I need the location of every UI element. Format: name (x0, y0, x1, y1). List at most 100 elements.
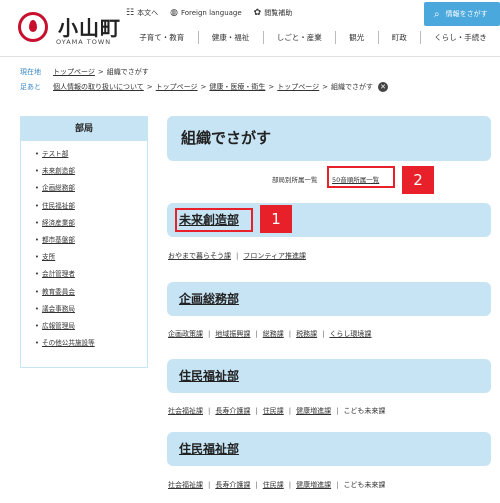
breadcrumb-separator: > (268, 83, 275, 91)
sidebar-item-kaikei[interactable]: 会計管理者 (35, 268, 147, 285)
logo-mark-icon (18, 12, 48, 42)
footprint-current: 組織でさがす (331, 83, 374, 91)
breadcrumb-separator: > (322, 83, 329, 91)
section-link-jumin-fukushi[interactable]: 住民福祉部 (179, 369, 239, 383)
footprint-link-health[interactable]: 健康・医療・衛生 (209, 82, 265, 92)
skip-to-content-label: 本文へ (137, 9, 159, 17)
dept-link[interactable]: こども未来課 (343, 480, 385, 490)
link-divider: | (288, 407, 292, 415)
breadcrumb-separator: > (200, 83, 207, 91)
dept-link[interactable]: 長寿介護課 (215, 480, 250, 490)
dept-link[interactable]: 社会福祉課 (168, 406, 203, 416)
link-divider: | (288, 330, 292, 338)
breadcrumb-separator: > (97, 68, 104, 76)
dept-link[interactable]: こども未来課 (343, 406, 385, 416)
footprint-link-privacy[interactable]: 個人情報の取り扱いについて (53, 82, 144, 92)
link-divider: | (288, 481, 292, 489)
section-link-kikaku-somu[interactable]: 企画総務部 (179, 292, 239, 306)
globe-icon: ◍ (170, 8, 178, 18)
sidebar-item-koho[interactable]: 広報管理局 (35, 320, 147, 337)
highlight-box-2 (327, 166, 395, 188)
header-divider (0, 56, 500, 57)
search-icon: ⌕ (434, 8, 440, 20)
sidebar-list: テスト部 未来創造部 企画総務部 住民福祉部 経済産業部 都市基盤部 支所 会計… (21, 141, 147, 354)
tab-by-department: 部局別所属一覧 (272, 176, 318, 184)
dept-link[interactable]: 住民課 (263, 480, 284, 490)
nav-item-living-procedures[interactable]: くらし・手続き (420, 31, 500, 44)
section-link-jumin-fukushi-2[interactable]: 住民福祉部 (179, 442, 239, 456)
dept-link[interactable]: 地域振興課 (215, 329, 250, 339)
section-heading: 企画総務部 (167, 282, 491, 316)
sidebar-item-jumin-fukushi[interactable]: 住民福祉部 (35, 200, 147, 217)
dept-link[interactable]: フロンティア推進課 (243, 251, 306, 261)
sidebar-item-keizai-sangyo[interactable]: 経済産業部 (35, 217, 147, 234)
sidebar-item-other-facilities[interactable]: その他公共施設等 (35, 337, 147, 354)
sidebar: 部局 テスト部 未来創造部 企画総務部 住民福祉部 経済産業部 都市基盤部 支所… (20, 116, 148, 368)
sidebar-item-test[interactable]: テスト部 (35, 148, 147, 165)
text-icon: ☷ (126, 8, 135, 18)
listing-tabs: 部局別所属一覧 50音順所属一覧 (272, 174, 379, 184)
nav-item-work-industry[interactable]: しごと・産業 (262, 31, 336, 44)
footprint-link-top[interactable]: トップページ (156, 82, 198, 92)
page-title: 組織でさがす (167, 116, 491, 161)
nav-item-health-welfare[interactable]: 健康・福祉 (197, 31, 263, 44)
breadcrumb-link-top[interactable]: トップページ (53, 67, 95, 77)
dept-link[interactable]: おやまで暮らそう課 (168, 251, 231, 261)
search-info-button[interactable]: ⌕ 情報をさがす (424, 2, 500, 26)
link-divider: | (208, 330, 211, 338)
dept-link[interactable]: 社会福祉課 (168, 480, 203, 490)
section-heading: 住民福祉部 (167, 359, 491, 393)
sidebar-item-kikaku-somu[interactable]: 企画総務部 (35, 182, 147, 199)
sidebar-item-toshi-kiban[interactable]: 都市基盤部 (35, 234, 147, 251)
utility-links: ☷ 本文へ ◍ Foreign language ✿ 閲覧補助 (126, 8, 292, 18)
dept-link[interactable]: 健康増進課 (296, 480, 331, 490)
nav-item-tourism[interactable]: 観光 (335, 31, 378, 44)
search-info-label: 情報をさがす (445, 10, 488, 18)
link-divider: | (236, 252, 239, 260)
footprint-link-top-2[interactable]: トップページ (277, 82, 319, 92)
logo-name: 小山町 (58, 16, 121, 40)
breadcrumb-separator: > (146, 83, 153, 91)
highlight-box-1 (175, 208, 253, 232)
gear-icon: ✿ (253, 8, 262, 18)
section-heading: 住民福祉部 (167, 432, 491, 466)
dept-link[interactable]: 長寿介護課 (215, 406, 250, 416)
section-links: 社会福祉課 | 長寿介護課 | 住民課 | 健康増進課 | こども未来課 (168, 406, 385, 416)
site-logo[interactable]: 小山町 OYAMA TOWN (18, 10, 128, 50)
footprint-tag: 足あと (20, 83, 41, 91)
link-divider: | (336, 407, 339, 415)
accessibility-label: 閲覧補助 (264, 9, 293, 17)
dept-link[interactable]: 総務課 (263, 329, 284, 339)
link-divider: | (336, 481, 339, 489)
dept-link[interactable]: 住民課 (263, 406, 284, 416)
link-divider: | (208, 407, 211, 415)
section-links: 社会福祉課 | 長寿介護課 | 住民課 | 健康増進課 | こども未来課 (168, 480, 385, 490)
sidebar-item-kyoiku[interactable]: 教育委員会 (35, 286, 147, 303)
breadcrumb-tag: 現在地 (20, 68, 41, 76)
skip-to-content-link[interactable]: ☷ 本文へ (126, 8, 158, 18)
sidebar-item-mirai-sozo[interactable]: 未来創造部 (35, 165, 147, 182)
nav-item-childcare-education[interactable]: 子育て・教育 (126, 31, 198, 44)
link-divider: | (255, 481, 258, 489)
breadcrumb: 現在地 トップページ > 組織でさがす (20, 67, 149, 77)
breadcrumb-current: 組織でさがす (106, 68, 149, 76)
nav-item-town-government[interactable]: 町政 (377, 31, 421, 44)
clear-footprint-icon[interactable]: ✕ (378, 82, 389, 92)
link-divider: | (255, 407, 258, 415)
dept-link[interactable]: 税務課 (296, 329, 317, 339)
foreign-language-link[interactable]: ◍ Foreign language (170, 8, 242, 18)
dept-link[interactable]: 健康増進課 (296, 406, 331, 416)
global-nav: 子育て・教育 健康・福祉 しごと・産業 観光 町政 くらし・手続き (126, 31, 500, 44)
link-divider: | (255, 330, 258, 338)
dept-link[interactable]: 企画政策課 (168, 329, 203, 339)
sidebar-title: 部局 (21, 117, 147, 141)
logo-sub: OYAMA TOWN (56, 38, 112, 46)
annotation-badge-1: 1 (260, 205, 292, 233)
section-links: 企画政策課 | 地域振興課 | 総務課 | 税務課 | くらし環境課 (168, 329, 371, 339)
accessibility-link[interactable]: ✿ 閲覧補助 (254, 8, 293, 18)
link-divider: | (322, 330, 325, 338)
sidebar-item-shisho[interactable]: 支所 (35, 251, 147, 268)
sidebar-item-gikai[interactable]: 議会事務局 (35, 303, 147, 320)
dept-link[interactable]: くらし環境課 (329, 329, 371, 339)
link-divider: | (208, 481, 211, 489)
